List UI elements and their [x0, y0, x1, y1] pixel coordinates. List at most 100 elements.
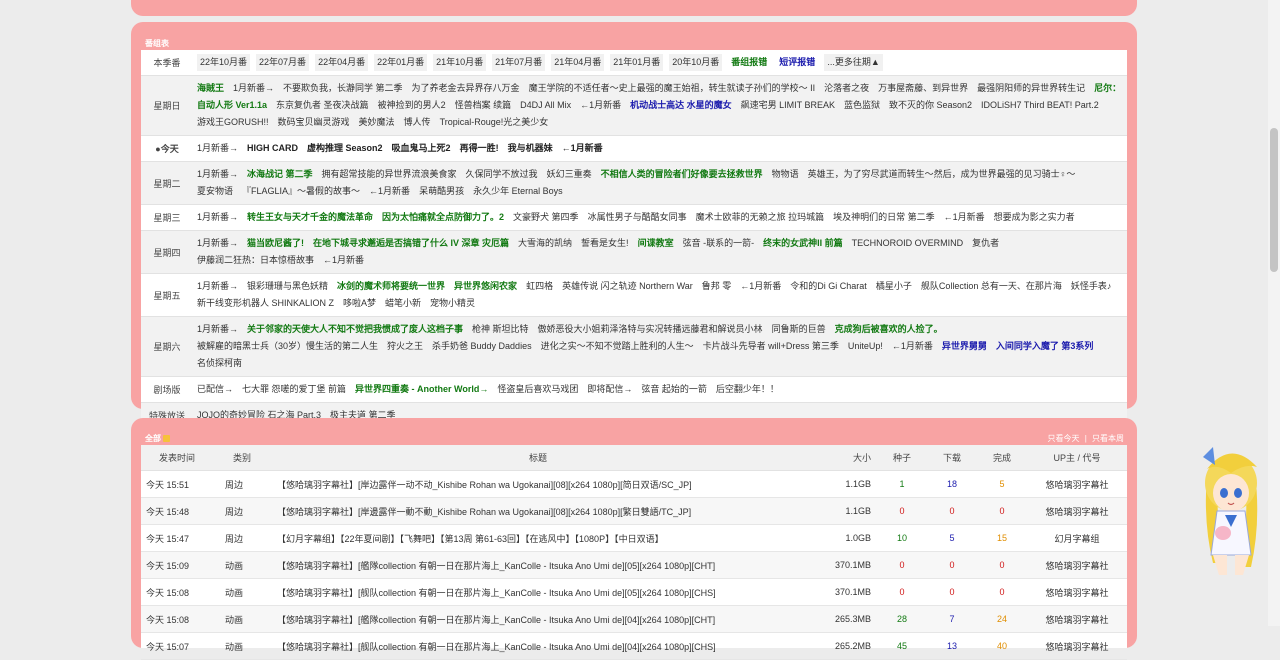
anime-link[interactable]: 克成狗后被喜欢的人捡了。 [835, 324, 943, 334]
anime-link[interactable]: 1月新番→ [197, 169, 238, 179]
anime-link[interactable]: 英雄王，为了穷尽武道而转生～然后，成为世界最强的见习骑士♀～ [808, 169, 1076, 179]
anime-link[interactable]: 虚构推理 Season2 [307, 143, 383, 153]
anime-link[interactable]: 沦落者之夜 [824, 83, 869, 93]
row-uploader[interactable]: 幻月字幕组 [1027, 524, 1127, 552]
anime-link[interactable]: 鲁邦 零 [702, 281, 732, 291]
season-link[interactable]: 20年10月番 [669, 54, 723, 71]
anime-link[interactable]: 同鲁斯的巨兽 [772, 324, 826, 334]
anime-link[interactable]: 致不灭的你 Season2 [889, 100, 972, 110]
anime-link[interactable]: 不要欺负我，长瀞同学 第二季 [283, 83, 403, 93]
anime-link[interactable]: 傲娇恶役大小姐莉泽洛特与实况转播远藤君和解说员小林 [538, 324, 763, 334]
today-only-link[interactable]: 只看今天 [1047, 434, 1079, 443]
mascot-girl-image[interactable] [1193, 443, 1269, 579]
anime-link[interactable]: 卡片战斗先导者 will+Dress 第三季 [703, 341, 839, 351]
anime-link[interactable]: 1月新番→ [197, 324, 238, 334]
anime-link[interactable]: 弦音 -联系的一箭- [683, 238, 755, 248]
anime-link[interactable]: 呆萌酷男孩 [419, 186, 464, 196]
anime-link[interactable]: 宠物小精灵 [430, 298, 475, 308]
anime-link[interactable]: 异世界悠闲农家 [454, 281, 517, 291]
anime-link[interactable]: 妖怪手表♪ [1071, 281, 1112, 291]
anime-link[interactable]: 转生王女与天才千金的魔法革命 [247, 212, 373, 222]
header-category[interactable]: 类别 [213, 445, 271, 471]
anime-link[interactable]: Tropical-Rouge!光之美少女 [440, 117, 549, 127]
anime-link[interactable]: 枪神 斯坦比特 [472, 324, 529, 334]
season-link[interactable]: 22年04月番 [315, 54, 369, 71]
anime-link[interactable]: 想要成为影之实力者 [994, 212, 1075, 222]
anime-link[interactable]: 英雄传说 闪之轨迹 Northern War [562, 281, 693, 291]
anime-link[interactable]: D4DJ All Mix [520, 100, 571, 110]
row-title-link[interactable]: 【悠哈璃羽字幕社】[艦隊collection 有朝一日在那片海上_KanColl… [271, 605, 805, 633]
report-review-link[interactable]: 短评报错 [776, 54, 818, 71]
season-link[interactable]: 21年10月番 [433, 54, 487, 71]
anime-link[interactable]: 机动战士高达 水星的魔女 [630, 100, 732, 110]
row-title-link[interactable]: 【悠哈璃羽字幕社】[舰队collection 有朝一日在那片海上_KanColl… [271, 578, 805, 606]
row-category[interactable]: 周边 [213, 470, 271, 498]
anime-link[interactable]: 间谍教室 [638, 238, 674, 248]
anime-link[interactable]: TECHNOROID OVERMIND [852, 238, 964, 248]
anime-link[interactable]: 异世界舅舅 [942, 341, 987, 351]
anime-link[interactable]: ←1月新番 [740, 281, 781, 291]
season-link[interactable]: 21年07月番 [492, 54, 546, 71]
anime-link[interactable]: 万事屋斋藤、到异世界 [878, 83, 968, 93]
anime-link[interactable]: 1月新番→ [197, 143, 238, 153]
anime-link[interactable]: 七大罪 怨嗟的爱丁堡 前篇 [242, 384, 346, 394]
anime-link[interactable]: 橘星小子 [876, 281, 912, 291]
anime-link[interactable]: 海賊王 [197, 83, 224, 93]
anime-link[interactable]: 不相信人类的冒险者们好像要去拯救世界 [601, 169, 763, 179]
anime-link[interactable]: 吸血鬼马上死2 [392, 143, 451, 153]
season-link[interactable]: 21年04月番 [551, 54, 605, 71]
rss-icon[interactable] [163, 435, 171, 443]
row-uploader[interactable]: 悠哈璃羽字幕社 [1027, 470, 1127, 498]
header-completed[interactable]: 完成 [977, 445, 1027, 471]
anime-link[interactable]: 名侦探柯南 [197, 358, 242, 368]
anime-link[interactable]: 东京复仇者 圣夜决战篇 [276, 100, 369, 110]
anime-link[interactable]: 怪兽档案 续篇 [455, 100, 512, 110]
season-link[interactable]: 22年01月番 [374, 54, 428, 71]
anime-link[interactable]: 蜡笔小新 [385, 298, 421, 308]
row-category[interactable]: 动画 [213, 632, 271, 660]
header-title[interactable]: 标题 [271, 445, 805, 471]
anime-link[interactable]: 1月新番→ [197, 281, 238, 291]
row-title-link[interactable]: 【幻月字幕组】【22年夏间剧】【飞舞吧】【第13周 第61-63回】【在逃风中】… [271, 524, 805, 552]
row-uploader[interactable]: 悠哈璃羽字幕社 [1027, 551, 1127, 579]
anime-link[interactable]: 我与机器妹 [508, 143, 553, 153]
row-category[interactable]: 周边 [213, 524, 271, 552]
anime-link[interactable]: 物物语 [772, 169, 799, 179]
report-bangumi-link[interactable]: 番组报错 [728, 54, 770, 71]
row-uploader[interactable]: 悠哈璃羽字幕社 [1027, 578, 1127, 606]
anime-link[interactable]: 为了养老金去异界存八万金 [412, 83, 520, 93]
header-size[interactable]: 大小 [805, 445, 877, 471]
anime-link[interactable]: ←1月新番 [562, 143, 603, 153]
anime-link[interactable]: 1月新番→ [233, 83, 274, 93]
week-only-link[interactable]: 只看本周 [1092, 434, 1124, 443]
more-seasons-button[interactable]: ...更多往期▲ [824, 54, 883, 71]
row-uploader[interactable]: 悠哈璃羽字幕社 [1027, 605, 1127, 633]
anime-link[interactable]: 冰属性男子与酷酷女同事 [588, 212, 687, 222]
anime-link[interactable]: 1月新番→ [197, 212, 238, 222]
anime-link[interactable]: 博人传 [404, 117, 431, 127]
anime-link[interactable]: 游戏王GORUSH!! [197, 117, 269, 127]
anime-link[interactable]: 永久少年 Eternal Boys [473, 186, 563, 196]
anime-link[interactable]: 哆啦A梦 [343, 298, 376, 308]
anime-link[interactable]: 再得一胜! [460, 143, 499, 153]
row-title-link[interactable]: 【悠哈璃羽字幕社】[艦隊collection 有朝一日在那片海上_KanColl… [271, 551, 805, 579]
row-title-link[interactable]: 【悠哈璃羽字幕社】[岸邊露伴一動不動_Kishibe Rohan wa Ugok… [271, 497, 805, 525]
anime-link[interactable]: 猫当欧尼酱了! [247, 238, 304, 248]
row-title-link[interactable]: 【悠哈璃羽字幕社】[舰队collection 有朝一日在那片海上_KanColl… [271, 632, 805, 660]
anime-link[interactable]: 狩火之王 [387, 341, 423, 351]
anime-link[interactable]: ←1月新番 [323, 255, 364, 265]
anime-link[interactable]: 复仇者 [972, 238, 999, 248]
anime-link[interactable]: ←1月新番 [892, 341, 933, 351]
anime-link[interactable]: 魔术士欧菲的无赖之旅 拉玛城篇 [696, 212, 825, 222]
anime-link[interactable]: 拥有超常技能的异世界流浪美食家 [322, 169, 457, 179]
anime-link[interactable]: 最强阴阳师的异世界转生记 [977, 83, 1085, 93]
anime-link[interactable]: 被解雇的暗黑士兵（30岁）慢生活的第二人生 [197, 341, 378, 351]
anime-link[interactable]: 埃及神明们的日常 第二季 [833, 212, 935, 222]
anime-link[interactable]: 进化之实～不知不觉踏上胜利的人生～ [541, 341, 694, 351]
anime-link[interactable]: 妖幻三重奏 [547, 169, 592, 179]
anime-link[interactable]: 异世界四重奏 - Another World→ [355, 384, 488, 394]
anime-link[interactable]: HIGH CARD [247, 143, 298, 153]
anime-link[interactable]: 后空翻少年！！ [716, 384, 779, 394]
anime-link[interactable]: 因为太怕痛就全点防御力了。2 [382, 212, 504, 222]
anime-link[interactable]: 关于邻家的天使大人不知不觉把我惯成了废人这档子事 [247, 324, 463, 334]
